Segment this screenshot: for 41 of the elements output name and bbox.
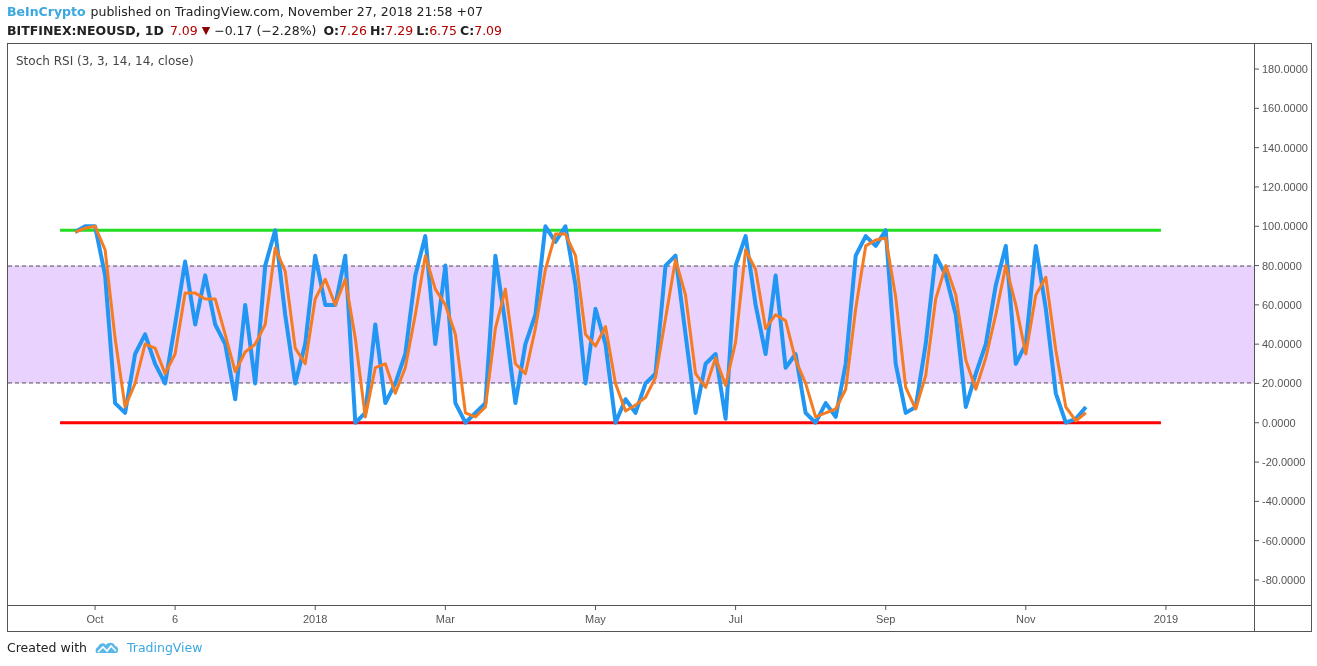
- y-axis-label: -80.0000: [1262, 573, 1306, 586]
- y-axis-label: 80.0000: [1262, 259, 1302, 272]
- ohlc-label: L:: [416, 23, 430, 38]
- y-axis-label: 180.0000: [1262, 63, 1308, 76]
- tradingview-link[interactable]: TradingView: [126, 640, 203, 655]
- x-axis-label: 2019: [1153, 613, 1179, 625]
- ohlc-label: H:: [369, 23, 386, 38]
- price-change: −0.17 (−2.28%): [214, 23, 317, 38]
- y-axis-label: 60.0000: [1262, 298, 1302, 311]
- created-with-text: Created with: [7, 640, 87, 655]
- x-axis-label: Sep: [875, 613, 896, 625]
- cloud-wave-logo-icon: [94, 640, 119, 655]
- y-axis-label: 100.0000: [1262, 220, 1308, 233]
- last-price: 7.09: [169, 23, 198, 38]
- x-axis-label: Mar: [435, 613, 455, 625]
- author-link[interactable]: BeInCrypto: [7, 4, 86, 19]
- x-axis-label: 2018: [303, 613, 328, 625]
- y-axis-label: 140.0000: [1262, 141, 1308, 154]
- y-axis-label: -60.0000: [1262, 534, 1306, 547]
- x-axis-label: Nov: [1016, 613, 1036, 625]
- x-axis-label: May: [585, 613, 606, 625]
- y-axis-label: -20.0000: [1262, 456, 1306, 469]
- y-axis-label: 20.0000: [1262, 377, 1302, 390]
- y-axis-label: 160.0000: [1262, 102, 1308, 115]
- ohlc-value: 7.09: [474, 23, 503, 38]
- ohlc-value: 7.26: [339, 23, 367, 38]
- ohlc-label: C:: [460, 23, 475, 38]
- x-axis-label: Jul: [728, 613, 743, 625]
- down-arrow-icon: ▼: [201, 24, 211, 37]
- ohlc-value: 6.75: [429, 23, 457, 38]
- y-axis-label: -40.0000: [1262, 495, 1306, 508]
- x-axis-label: Oct: [86, 613, 104, 625]
- y-axis-label: 40.0000: [1262, 338, 1302, 351]
- x-axis-label: 6: [172, 613, 179, 625]
- y-axis-label: 120.0000: [1262, 180, 1308, 193]
- indicator-legend: Stoch RSI (3, 3, 14, 14, close): [16, 54, 194, 68]
- symbol-label: BITFINEX:NEOUSD, 1D: [7, 23, 164, 38]
- y-axis-label: 0.0000: [1262, 416, 1296, 429]
- ohlc-label: O:: [323, 23, 340, 38]
- ohlc-value: 7.29: [385, 23, 414, 38]
- publish-info: published on TradingView.com, November 27, 2018 21:58 +07: [90, 4, 483, 19]
